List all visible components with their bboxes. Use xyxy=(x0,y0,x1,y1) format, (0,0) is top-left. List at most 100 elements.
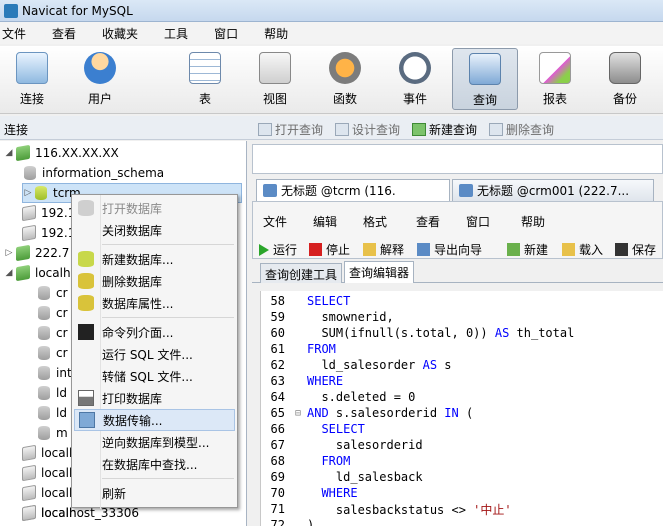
menu-run-sql-file[interactable]: 运行 SQL 文件... xyxy=(74,343,235,365)
code-line: 69 ld_salesback xyxy=(270,470,423,484)
code-line: 62 ld_salesorder AS s xyxy=(270,358,452,372)
menu-print-database[interactable]: 打印数据库 xyxy=(74,387,235,409)
new-button[interactable]: 新建 xyxy=(507,241,548,258)
tree-db-cr-3[interactable]: cr xyxy=(38,323,68,343)
toolbar-view-button[interactable]: 视图 xyxy=(245,48,305,110)
menu-close-database[interactable]: 关闭数据库 xyxy=(74,219,235,241)
editor-menu-file[interactable]: 文件 xyxy=(263,213,287,230)
collapse-arrow-icon[interactable]: ◢ xyxy=(4,148,14,158)
editor-subtabs: 查询创建工具 查询编辑器 xyxy=(252,261,663,283)
tree-server-localhost-3[interactable]: localh xyxy=(22,463,77,483)
tree-db-cr-4[interactable]: cr xyxy=(38,343,68,363)
tree-db-information-schema[interactable]: information_schema xyxy=(24,163,164,183)
code-line: 60 SUM(ifnull(s.total, 0)) AS th_total xyxy=(270,326,575,340)
code-line: 67 salesorderid xyxy=(270,438,423,452)
server-icon xyxy=(22,504,36,522)
tree-db-ld-1[interactable]: ld xyxy=(38,383,67,403)
fold-toggle-icon[interactable]: ⊟ xyxy=(289,408,307,419)
code-line: 71 salesbackstatus <> '中止' xyxy=(270,502,512,517)
connection-pane-label: 连接 xyxy=(4,123,29,137)
database-icon xyxy=(24,166,36,180)
menu-separator xyxy=(102,317,234,318)
query-area: 无标题 @tcrm (116. 无标题 @crm001 (222.7... 文件… xyxy=(248,141,663,526)
editor-menu-view[interactable]: 查看 xyxy=(416,213,440,230)
toolbar-connect-button[interactable]: 连接 xyxy=(2,48,62,110)
save-button[interactable]: 保存 xyxy=(615,241,656,258)
tree-db-cr-1[interactable]: cr xyxy=(38,283,68,303)
sql-editor[interactable]: 58 SELECT 59 smownerid, 60 SUM(ifnull(s.t… xyxy=(260,291,663,526)
code-line: 65 ⊟ AND s.salesorderid IN ( xyxy=(270,406,474,420)
code-line: 68 FROM xyxy=(270,454,351,468)
table-icon xyxy=(189,52,221,84)
server-icon xyxy=(22,224,36,242)
menu-command-line[interactable]: 命令列介面... xyxy=(74,321,235,343)
explain-button[interactable]: 解释 xyxy=(363,241,404,258)
editor-menu-window[interactable]: 窗口 xyxy=(466,213,490,230)
toolbar-user-button[interactable]: 用户 xyxy=(70,48,130,110)
tab-query-tcrm[interactable]: 无标题 @tcrm (116. xyxy=(256,179,450,201)
toolbar-backup-button[interactable]: 备份 xyxy=(595,48,655,110)
menu-tools[interactable]: 工具 xyxy=(162,25,198,42)
toolbar-event-button[interactable]: 事件 xyxy=(385,48,445,110)
menu-database-properties[interactable]: 数据库属性... xyxy=(74,292,235,314)
menu-data-transfer[interactable]: 数据传输... xyxy=(74,409,235,431)
design-query-button[interactable]: 设计查询 xyxy=(335,121,400,138)
editor-menu-format[interactable]: 格式 xyxy=(363,213,387,230)
tab-query-editor[interactable]: 查询编辑器 xyxy=(344,261,415,283)
tree-db-ld-2[interactable]: ld xyxy=(38,403,67,423)
database-icon xyxy=(38,426,50,440)
toolbar-function-button[interactable]: 函数 xyxy=(315,48,375,110)
database-icon xyxy=(38,306,50,320)
server-icon xyxy=(16,244,30,262)
tree-server-localhost[interactable]: ◢ localh xyxy=(4,263,71,283)
database-icon xyxy=(78,200,94,216)
menu-delete-database[interactable]: 删除数据库 xyxy=(74,270,235,292)
new-icon xyxy=(507,243,520,256)
tab-query-builder[interactable]: 查询创建工具 xyxy=(260,263,343,283)
menu-dump-sql-file[interactable]: 转储 SQL 文件... xyxy=(74,365,235,387)
toolbar-query-button[interactable]: 查询 xyxy=(452,48,518,110)
run-button[interactable]: 运行 xyxy=(259,241,297,258)
connect-icon xyxy=(16,52,48,84)
menu-open-database[interactable]: 打开数据库 xyxy=(74,197,235,219)
delete-database-icon xyxy=(78,273,94,289)
tree-server-192-a[interactable]: 192.1 xyxy=(22,203,75,223)
export-icon xyxy=(417,243,430,256)
menu-new-database[interactable]: 新建数据库... xyxy=(74,248,235,270)
printer-icon xyxy=(78,390,94,406)
toolbar-report-button[interactable]: 报表 xyxy=(525,48,585,110)
tree-server-localhost-2[interactable]: localh xyxy=(22,443,77,463)
menu-refresh[interactable]: 刷新 xyxy=(74,482,235,504)
tree-server-222[interactable]: ▷ 222.7 xyxy=(4,243,69,263)
expand-arrow-icon[interactable]: ▷ xyxy=(23,188,33,198)
menu-favorites[interactable]: 收藏夹 xyxy=(100,25,148,42)
stop-button[interactable]: 停止 xyxy=(309,241,350,258)
open-query-button[interactable]: 打开查询 xyxy=(258,121,323,138)
server-icon xyxy=(16,144,30,162)
menu-reverse-to-model[interactable]: 逆向数据库到模型... xyxy=(74,431,235,453)
tree-server-192-b[interactable]: 192.1 xyxy=(22,223,75,243)
toolbar-table-button[interactable]: 表 xyxy=(175,48,235,110)
new-query-button[interactable]: 新建查询 xyxy=(412,121,477,138)
tree-server-localhost-4[interactable]: localh xyxy=(22,483,77,503)
editor-menu-help[interactable]: 帮助 xyxy=(521,213,545,230)
expand-arrow-icon[interactable]: ▷ xyxy=(4,248,14,258)
collapse-arrow-icon[interactable]: ◢ xyxy=(4,268,14,278)
menu-bar: 文件 查看 收藏夹 工具 窗口 帮助 xyxy=(0,22,663,44)
export-wizard-button[interactable]: 导出向导 xyxy=(417,241,482,258)
tree-db-int[interactable]: int xyxy=(38,363,72,383)
menu-window[interactable]: 窗口 xyxy=(212,25,248,42)
tree-db-cr-2[interactable]: cr xyxy=(38,303,68,323)
menu-view[interactable]: 查看 xyxy=(50,25,86,42)
menu-help[interactable]: 帮助 xyxy=(262,25,298,42)
stop-icon xyxy=(309,243,322,256)
load-button[interactable]: 载入 xyxy=(562,241,603,258)
tab-query-crm001[interactable]: 无标题 @crm001 (222.7... xyxy=(452,179,654,201)
code-line: 59 smownerid, xyxy=(270,310,394,324)
menu-file[interactable]: 文件 xyxy=(0,25,36,42)
menu-find-in-database[interactable]: 在数据库中查找... xyxy=(74,453,235,475)
delete-query-button[interactable]: 删除查询 xyxy=(489,121,554,138)
tree-server-116[interactable]: ◢ 116.XX.XX.XX xyxy=(4,143,119,163)
editor-menu-edit[interactable]: 编辑 xyxy=(313,213,337,230)
tree-db-m[interactable]: m xyxy=(38,423,68,443)
